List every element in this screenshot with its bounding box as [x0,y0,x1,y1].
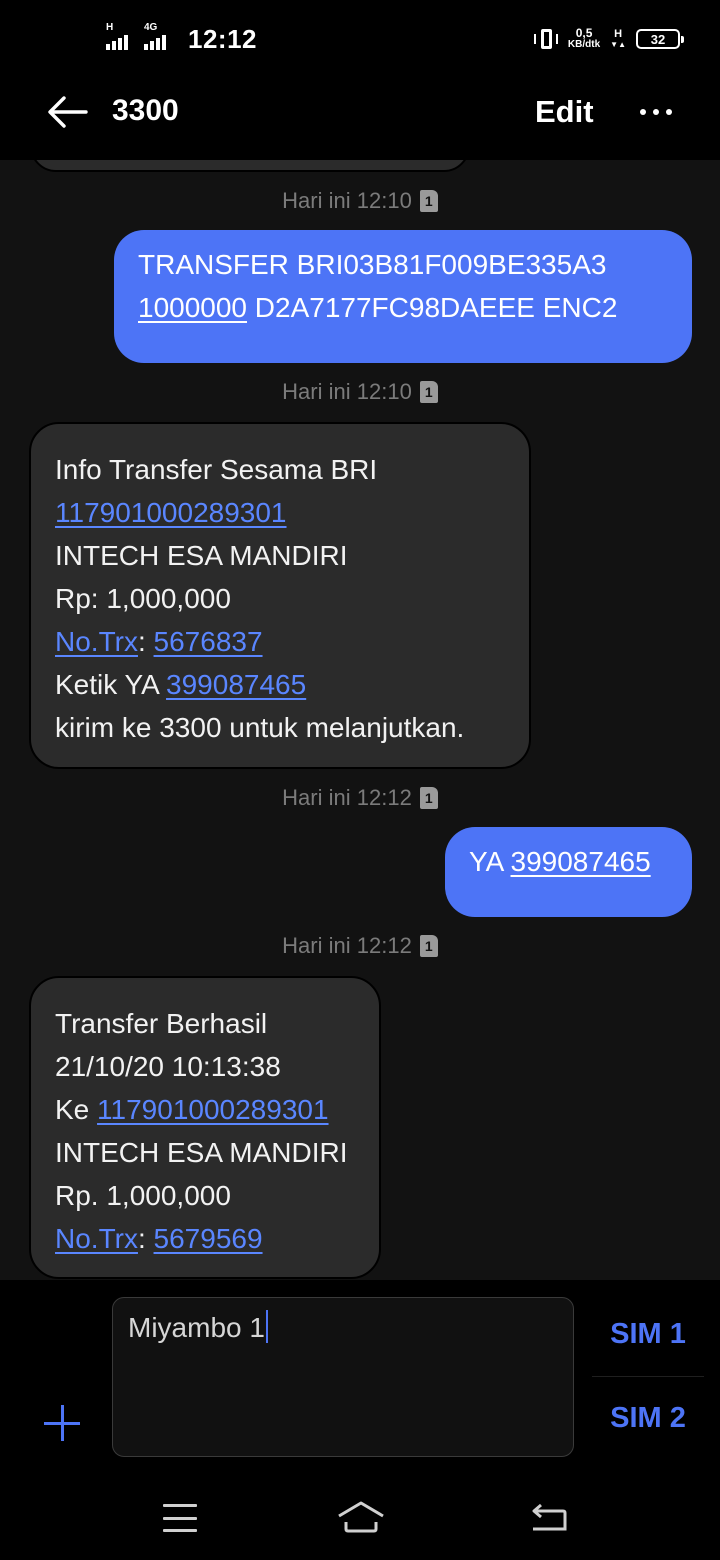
network-speed-value: 0,5 [575,26,593,40]
message-bubble-incoming[interactable]: Transfer Berhasil 21/10/20 10:13:38 Ke 117… [29,976,381,1279]
menu-icon[interactable] [163,1504,197,1532]
message-link[interactable]: 5679569 [154,1223,263,1254]
message-line: 1000000 D2A7177FC98DAEEE ENC2 [138,286,668,329]
message-text: D2A7177FC98DAEEE ENC2 [247,292,618,323]
more-options-button[interactable] [630,92,682,132]
message-bubble-outgoing[interactable]: YA 399087465 [445,827,692,917]
message-timestamp: Hari ini 12:12 1 [0,783,720,813]
message-text: Transfer Berhasil [55,1008,268,1039]
message-line: kirim ke 3300 untuk melanjutkan. [55,706,505,749]
message-text: Rp: 1,000,000 [55,583,231,614]
message-text: TRANSFER BRI03B81F009BE335A3 [138,249,607,280]
message-link[interactable]: 5676837 [154,626,263,657]
message-text: INTECH ESA MANDIRI [55,1137,348,1168]
data-network-type: H [614,27,623,40]
message-line: No.Trx: 5676837 [55,620,505,663]
message-text: Ketik YA [55,669,167,700]
more-horizontal-icon [640,109,646,115]
message-text: Rp. 1,000,000 [55,1180,231,1211]
message-line: Ke 117901000289301 [55,1088,355,1131]
arrow-left-icon [48,96,88,128]
message-link[interactable]: 399087465 [166,669,306,700]
sim2-network-type: 4G [144,22,158,33]
message-line: TRANSFER BRI03B81F009BE335A3 [138,243,668,286]
send-sim2-button[interactable]: SIM 2 [592,1376,704,1460]
app-header: 3300 Edit [0,78,720,160]
message-timestamp: Hari ini 12:12 1 [0,931,720,961]
message-timestamp: Hari ini 12:10 1 [0,377,720,407]
message-link[interactable]: No.Trx [55,626,138,657]
message-line: 117901000289301 [55,491,505,534]
message-line: No.Trx: 5679569 [55,1217,355,1260]
message-link[interactable]: 399087465 [511,846,651,877]
vibrate-icon [533,27,558,51]
message-input-text: Miyambo 1 [128,1312,265,1343]
battery-icon: 32 [636,29,684,49]
sim-card-icon: 1 [419,190,438,212]
timestamp-text: Hari ini 12:10 [282,379,412,404]
back-icon[interactable] [530,1503,568,1533]
sim2-signal-icon: 4G [144,22,174,50]
sim-card-icon: 1 [419,935,438,957]
sim-card-icon: 1 [419,381,438,403]
compose-bar: Miyambo 1 SIM 1 SIM 2 [0,1280,720,1470]
back-button[interactable] [40,90,96,134]
timestamp-text: Hari ini 12:10 [282,188,412,213]
message-text: Ke [55,1094,98,1125]
message-link[interactable]: 1000000 [138,292,247,323]
message-bubble-incoming[interactable]: Info Transfer Sesama BRI 117901000289301 I… [29,422,531,769]
message-input[interactable]: Miyambo 1 [112,1297,574,1457]
message-line: INTECH ESA MANDIRI [55,1131,355,1174]
sim-card-icon: 1 [419,787,438,809]
message-text: YA [469,846,511,877]
message-line: Ketik YA 399087465 [55,663,505,706]
network-speed-unit: KB/dtk [567,39,601,50]
message-line: 21/10/20 10:13:38 [55,1045,355,1088]
add-attachment-button[interactable] [44,1404,84,1444]
message-timestamp: Hari ini 12:10 1 [0,186,720,216]
timestamp-text: Hari ini 12:12 [282,785,412,810]
data-network-icon: H ▼▲ [610,27,626,49]
status-bar-right: 0,5 KB/dtk H ▼▲ 32 [533,22,684,56]
previous-message-bubble [30,160,470,172]
message-line: Transfer Berhasil [55,1002,355,1045]
message-line: YA 399087465 [469,840,668,883]
network-speed: 0,5 KB/dtk [567,26,601,50]
message-bubble-outgoing[interactable]: TRANSFER BRI03B81F009BE335A3 1000000 D2A7… [114,230,692,363]
message-link[interactable]: No.Trx [55,1223,138,1254]
message-text: 21/10/20 10:13:38 [55,1051,281,1082]
status-bar-left: H 4G 12:12 [106,22,257,56]
message-text: : [137,1223,154,1254]
message-text: Info Transfer Sesama BRI [55,454,378,485]
sim1-network-type: H [106,22,114,33]
status-time: 12:12 [188,23,257,54]
message-text: : [137,626,154,657]
message-line: INTECH ESA MANDIRI [55,534,505,577]
conversation-title: 3300 [112,94,179,127]
message-text: kirim ke 3300 untuk melanjutkan. [55,712,465,743]
battery-level: 32 [650,31,666,47]
message-line: Info Transfer Sesama BRI [55,448,505,491]
edit-button[interactable]: Edit [535,94,594,130]
message-link[interactable]: 117901000289301 [97,1094,329,1125]
home-icon[interactable] [336,1500,386,1534]
timestamp-text: Hari ini 12:12 [282,933,412,958]
status-bar: H 4G 12:12 0,5 KB/dtk H ▼▲ 32 [0,0,720,78]
send-sim1-button[interactable]: SIM 1 [592,1292,704,1376]
message-text: INTECH ESA MANDIRI [55,540,348,571]
message-line: Rp: 1,000,000 [55,577,505,620]
message-line: Rp. 1,000,000 [55,1174,355,1217]
text-cursor [265,1310,268,1343]
message-list[interactable]: Hari ini 12:10 1 TRANSFER BRI03B81F009BE… [0,160,720,1280]
system-nav-bar [0,1470,720,1560]
message-link[interactable]: 117901000289301 [55,497,287,528]
sim1-signal-icon: H [106,22,136,50]
